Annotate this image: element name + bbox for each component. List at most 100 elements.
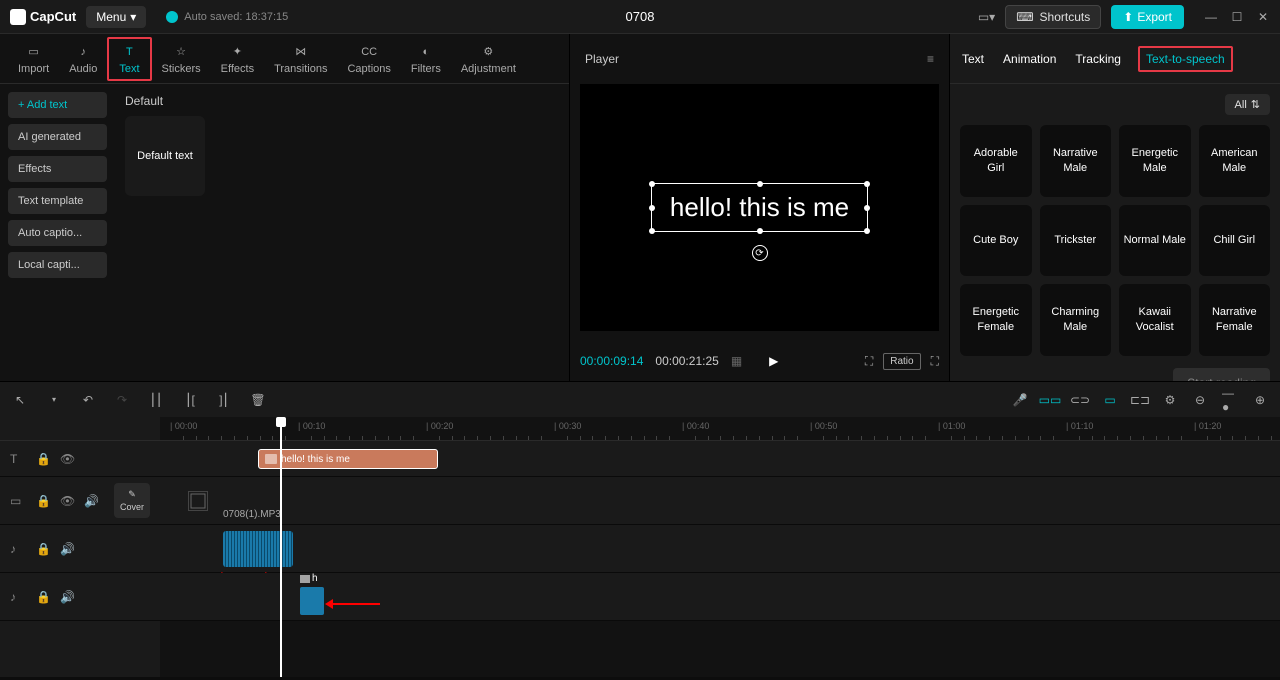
pointer-tool[interactable]: ↖ [12,392,28,408]
audio-clip[interactable] [223,531,293,567]
top-tab-text[interactable]: TText [107,37,151,81]
top-tab-adjustment[interactable]: ⚙Adjustment [451,39,526,79]
mute-icon[interactable]: 🔊 [60,590,74,604]
audio-track[interactable]: 0708(1).MP3 → ← [160,525,1280,573]
menu-button[interactable]: Menu ▾ [86,6,146,28]
top-tab-stickers[interactable]: ☆Stickers [152,39,211,79]
sidebar-item[interactable]: Text template [8,188,107,214]
ratio-button[interactable]: Ratio [883,353,920,370]
crop-icon[interactable]: ⛶ [865,354,873,369]
ruler-mark: | 01:20 [1194,421,1221,431]
close-button[interactable]: ✕ [1256,10,1270,24]
visibility-icon[interactable]: 👁 [60,494,74,508]
rotate-handle[interactable]: ⟳ [752,245,768,261]
pointer-dropdown-icon[interactable]: ▾ [46,392,62,408]
voice-card[interactable]: Energetic Male [1119,125,1191,197]
magnet-mode-icon[interactable]: ▭▭ [1042,392,1058,408]
columns-icon[interactable]: ▦ [731,354,742,368]
voice-card[interactable]: Kawaii Vocalist [1119,284,1191,356]
shortcuts-button[interactable]: ⌨ Shortcuts [1005,5,1101,29]
lock-icon[interactable]: 🔒 [36,542,50,556]
track-headers: T 🔒 👁 ▭ 🔒 👁 🔊 ✎ Cover ♪ 🔒 🔊 ♪ 🔒 🔊 [0,417,160,677]
chevron-down-icon: ▾ [130,10,136,24]
top-tab-audio[interactable]: ♪Audio [59,39,107,79]
resize-handle-bl[interactable] [649,228,655,234]
split-right-tool[interactable]: ]⎮ [216,392,232,408]
resize-handle-tl[interactable] [649,181,655,187]
player-menu-icon[interactable]: ≡ [927,52,934,66]
redo-button[interactable]: ↷ [114,392,130,408]
video-placeholder[interactable] [188,491,208,511]
zoom-out-icon[interactable]: ⊖ [1192,392,1208,408]
layout-icon[interactable]: ▭▾ [978,10,995,24]
voice-card[interactable]: Narrative Male [1040,125,1112,197]
settings-icon[interactable]: ⚙ [1162,392,1178,408]
export-button[interactable]: ⬆ Export [1111,5,1184,29]
resize-handle-lm[interactable] [649,205,655,211]
minimize-button[interactable]: — [1204,10,1218,24]
split-tool[interactable]: ⎮⎮ [148,392,164,408]
tts-track[interactable]: h [160,573,1280,621]
voice-card[interactable]: Normal Male [1119,205,1191,277]
preview-mode-icon[interactable]: ▭ [1102,392,1118,408]
voice-card[interactable]: Energetic Female [960,284,1032,356]
voice-card[interactable]: Adorable Girl [960,125,1032,197]
fullscreen-icon[interactable]: ⛶ [931,354,939,369]
voice-card[interactable]: Trickster [1040,205,1112,277]
time-ruler[interactable]: | 00:00| 00:10| 00:20| 00:30| 00:40| 00:… [160,417,1280,441]
right-tab-text[interactable]: Text [960,48,986,70]
zoom-in-icon[interactable]: ⊕ [1252,392,1268,408]
top-tab-effects[interactable]: ✦Effects [211,39,264,79]
sidebar-item[interactable]: Auto captio... [8,220,107,246]
link-mode-icon[interactable]: ⊂⊃ [1072,392,1088,408]
right-tab-text-to-speech[interactable]: Text-to-speech [1138,46,1233,72]
tts-clip[interactable] [300,587,324,615]
text-overlay[interactable]: hello! this is me ⟳ [651,183,868,232]
default-text-preset[interactable]: Default text [125,116,205,196]
undo-button[interactable]: ↶ [80,392,96,408]
top-tab-captions[interactable]: CCCaptions [337,39,400,79]
resize-handle-bm[interactable] [757,228,763,234]
lock-icon[interactable]: 🔒 [36,452,50,466]
resize-handle-tr[interactable] [864,181,870,187]
cover-button[interactable]: ✎ Cover [114,483,150,518]
text-track[interactable]: hello! this is me [160,441,1280,477]
text-clip[interactable]: hello! this is me [258,449,438,469]
mute-icon[interactable]: 🔊 [84,494,98,508]
voice-card[interactable]: American Male [1199,125,1271,197]
align-icon[interactable]: ⊏⊐ [1132,392,1148,408]
top-tab-filters[interactable]: ◐Filters [401,39,451,79]
voice-card[interactable]: Chill Girl [1199,205,1271,277]
visibility-icon[interactable]: 👁 [60,452,74,466]
top-tab-transitions[interactable]: ⋈Transitions [264,39,337,79]
sidebar-item[interactable]: AI generated [8,124,107,150]
voice-card[interactable]: Cute Boy [960,205,1032,277]
lock-icon[interactable]: 🔒 [36,494,50,508]
tracks-area[interactable]: | 00:00| 00:10| 00:20| 00:30| 00:40| 00:… [160,417,1280,677]
voice-card[interactable]: Narrative Female [1199,284,1271,356]
top-tab-import[interactable]: ▭Import [8,39,59,79]
mute-icon[interactable]: 🔊 [60,542,74,556]
sidebar-item[interactable]: Effects [8,156,107,182]
resize-handle-tm[interactable] [757,181,763,187]
project-name[interactable]: 0708 [626,9,655,24]
resize-handle-br[interactable] [864,228,870,234]
split-left-tool[interactable]: ⎮[ [182,392,198,408]
delete-button[interactable]: 🗑 [250,392,266,408]
resize-handle-rm[interactable] [864,205,870,211]
right-tab-animation[interactable]: Animation [1001,48,1058,70]
playhead[interactable] [280,417,282,677]
video-track[interactable] [160,477,1280,525]
preview-canvas[interactable]: hello! this is me ⟳ [580,84,939,331]
lock-icon[interactable]: 🔒 [36,590,50,604]
mic-icon[interactable]: 🎤 [1012,392,1028,408]
sidebar-item[interactable]: Local capti... [8,252,107,278]
play-button[interactable]: ▶ [769,354,778,368]
sidebar-item[interactable]: Add text [8,92,107,118]
voice-card[interactable]: Charming Male [1040,284,1112,356]
start-reading-button[interactable]: Start reading [1173,368,1270,382]
right-tab-tracking[interactable]: Tracking [1073,48,1123,70]
filter-all-button[interactable]: All ⇅ [1225,94,1270,115]
zoom-slider[interactable]: —● [1222,392,1238,408]
maximize-button[interactable]: ☐ [1230,10,1244,24]
